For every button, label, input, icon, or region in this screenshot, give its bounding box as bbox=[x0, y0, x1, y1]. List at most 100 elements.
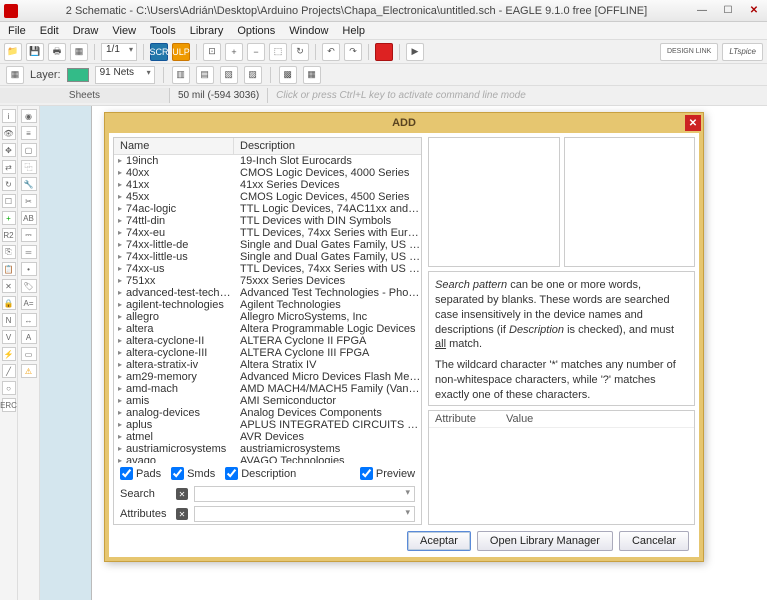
pads-checkbox[interactable]: Pads bbox=[120, 467, 161, 480]
grid-icon[interactable]: ▦ bbox=[6, 66, 24, 84]
zoom-fit-icon[interactable]: ⊡ bbox=[203, 43, 221, 61]
attribute-icon[interactable]: A= bbox=[21, 296, 37, 310]
undo-icon[interactable]: ↶ bbox=[322, 43, 340, 61]
menu-help[interactable]: Help bbox=[336, 24, 371, 38]
label-icon[interactable]: 🏷 bbox=[21, 279, 37, 293]
ulp-icon[interactable]: ULP bbox=[172, 43, 190, 61]
menu-draw[interactable]: Draw bbox=[67, 24, 105, 38]
description-checkbox[interactable]: Description bbox=[225, 467, 296, 480]
preview-checkbox[interactable]: Preview bbox=[360, 467, 415, 480]
view-mode-5-icon[interactable]: ▩ bbox=[279, 66, 297, 84]
lock-icon[interactable]: 🔒 bbox=[2, 296, 16, 310]
list-item[interactable]: ▸analog-devicesAnalog Devices Components bbox=[114, 407, 421, 419]
circle-icon[interactable]: ○ bbox=[2, 381, 16, 395]
attributes-input[interactable] bbox=[194, 506, 415, 522]
search-clear-icon[interactable]: ✕ bbox=[176, 488, 188, 500]
list-item[interactable]: ▸altera-stratix-ivAltera Stratix IV bbox=[114, 359, 421, 371]
list-item[interactable]: ▸19inch19-Inch Slot Eurocards bbox=[114, 155, 421, 167]
list-item[interactable]: ▸74xx-little-deSingle and Dual Gates Fam… bbox=[114, 239, 421, 251]
search-input[interactable] bbox=[194, 486, 415, 502]
copy2-icon[interactable]: ⿻ bbox=[21, 160, 37, 174]
print-icon[interactable]: 🖶 bbox=[48, 43, 66, 61]
ok-button[interactable]: Aceptar bbox=[407, 531, 471, 551]
view-mode-4-icon[interactable]: ▨ bbox=[244, 66, 262, 84]
zoom-out-icon[interactable]: − bbox=[247, 43, 265, 61]
view-mode-6-icon[interactable]: ▦ bbox=[303, 66, 321, 84]
show-icon[interactable]: 👁 bbox=[2, 126, 16, 140]
net-icon[interactable]: ⎓ bbox=[21, 228, 37, 242]
copy-icon[interactable]: ⎘ bbox=[2, 245, 16, 259]
stop-icon[interactable] bbox=[375, 43, 393, 61]
view-mode-3-icon[interactable]: ▧ bbox=[220, 66, 238, 84]
designlink-button[interactable]: DESIGN LINK bbox=[660, 43, 718, 61]
list-item[interactable]: ▸74xx-usTTL Devices, 74xx Series with US… bbox=[114, 263, 421, 275]
list-item[interactable]: ▸amd-machAMD MACH4/MACH5 Family (Vantis) bbox=[114, 383, 421, 395]
list-item[interactable]: ▸am29-memoryAdvanced Micro Devices Flash… bbox=[114, 371, 421, 383]
paste-icon[interactable]: 📋 bbox=[2, 262, 16, 276]
list-item[interactable]: ▸agilent-technologiesAgilent Technologie… bbox=[114, 299, 421, 311]
list-item[interactable]: ▸74xx-little-usSingle and Dual Gates Fam… bbox=[114, 251, 421, 263]
maximize-button[interactable]: ☐ bbox=[715, 2, 741, 20]
list-item[interactable]: ▸alteraAltera Programmable Logic Devices bbox=[114, 323, 421, 335]
cancel-button[interactable]: Cancelar bbox=[619, 531, 689, 551]
list-item[interactable]: ▸amisAMI Semiconductor bbox=[114, 395, 421, 407]
sheets-panel[interactable] bbox=[40, 106, 92, 600]
close-button[interactable]: ✕ bbox=[741, 2, 767, 20]
list-item[interactable]: ▸41xx41xx Series Devices bbox=[114, 179, 421, 191]
rotate-icon[interactable]: ↻ bbox=[2, 177, 16, 191]
change-icon[interactable]: 🔧 bbox=[21, 177, 37, 191]
info-icon[interactable]: i bbox=[2, 109, 16, 123]
attribute-table[interactable]: Attribute Value bbox=[428, 410, 695, 525]
erc-icon[interactable]: ERC bbox=[2, 398, 16, 412]
warn-icon[interactable]: ⚠ bbox=[21, 364, 37, 378]
column-description[interactable]: Description bbox=[234, 138, 421, 154]
zoom-dropdown[interactable]: 1/1 bbox=[101, 43, 137, 61]
sheets-tab[interactable]: Sheets bbox=[0, 88, 170, 103]
line-icon[interactable]: ╱ bbox=[2, 364, 16, 378]
rect-icon[interactable]: ▭ bbox=[21, 347, 37, 361]
go-icon[interactable]: ▶ bbox=[406, 43, 424, 61]
zoom-in-icon[interactable]: + bbox=[225, 43, 243, 61]
menu-file[interactable]: File bbox=[2, 24, 32, 38]
layer-dropdown[interactable]: 91 Nets bbox=[95, 66, 155, 84]
list-item[interactable]: ▸avagoAVAGO Technologies bbox=[114, 455, 421, 463]
menu-edit[interactable]: Edit bbox=[34, 24, 65, 38]
open-library-manager-button[interactable]: Open Library Manager bbox=[477, 531, 613, 551]
ltspice-button[interactable]: LTspice bbox=[722, 43, 763, 61]
list-item[interactable]: ▸74ttl-dinTTL Devices with DIN Symbols bbox=[114, 215, 421, 227]
name-icon[interactable]: N bbox=[2, 313, 16, 327]
value-icon[interactable]: V bbox=[2, 330, 16, 344]
dim-icon[interactable]: ↔ bbox=[21, 313, 37, 327]
menu-library[interactable]: Library bbox=[184, 24, 230, 38]
move-icon[interactable]: ✥ bbox=[2, 143, 16, 157]
list-item[interactable]: ▸751xx75xxx Series Devices bbox=[114, 275, 421, 287]
delete-icon[interactable]: ✕ bbox=[2, 279, 16, 293]
list-item[interactable]: ▸atmelAVR Devices bbox=[114, 431, 421, 443]
menu-view[interactable]: View bbox=[106, 24, 142, 38]
mark-icon[interactable]: ▢ bbox=[21, 143, 37, 157]
redo-icon[interactable]: ↷ bbox=[344, 43, 362, 61]
minimize-button[interactable]: — bbox=[689, 2, 715, 20]
save-icon[interactable]: 💾 bbox=[26, 43, 44, 61]
open-icon[interactable]: 📁 bbox=[4, 43, 22, 61]
eye-icon[interactable]: ◉ bbox=[21, 109, 37, 123]
menu-options[interactable]: Options bbox=[231, 24, 281, 38]
menu-window[interactable]: Window bbox=[283, 24, 334, 38]
bus-icon[interactable]: ═ bbox=[21, 245, 37, 259]
redraw-icon[interactable]: ↻ bbox=[291, 43, 309, 61]
list-item[interactable]: ▸austriamicrosystemsaustriamicrosystems bbox=[114, 443, 421, 455]
list-item[interactable]: ▸aplusAPLUS INTEGRATED CIRCUITS INC. bbox=[114, 419, 421, 431]
sim-icon[interactable]: SCR bbox=[150, 43, 168, 61]
list-item[interactable]: ▸altera-cyclone-IIALTERA Cyclone II FPGA bbox=[114, 335, 421, 347]
view-mode-1-icon[interactable]: ▥ bbox=[172, 66, 190, 84]
list-item[interactable]: ▸74ac-logicTTL Logic Devices, 74AC11xx a… bbox=[114, 203, 421, 215]
tag-icon[interactable]: AB bbox=[21, 211, 37, 225]
list-item[interactable]: ▸advanced-test-technologiesAdvanced Test… bbox=[114, 287, 421, 299]
smash-icon[interactable]: ⚡ bbox=[2, 347, 16, 361]
column-name[interactable]: Name bbox=[114, 138, 234, 154]
view-mode-2-icon[interactable]: ▤ bbox=[196, 66, 214, 84]
cut-icon[interactable]: ✂ bbox=[21, 194, 37, 208]
menu-tools[interactable]: Tools bbox=[144, 24, 182, 38]
command-line[interactable]: Click or press Ctrl+L key to activate co… bbox=[268, 88, 767, 103]
junction-icon[interactable]: • bbox=[21, 262, 37, 276]
